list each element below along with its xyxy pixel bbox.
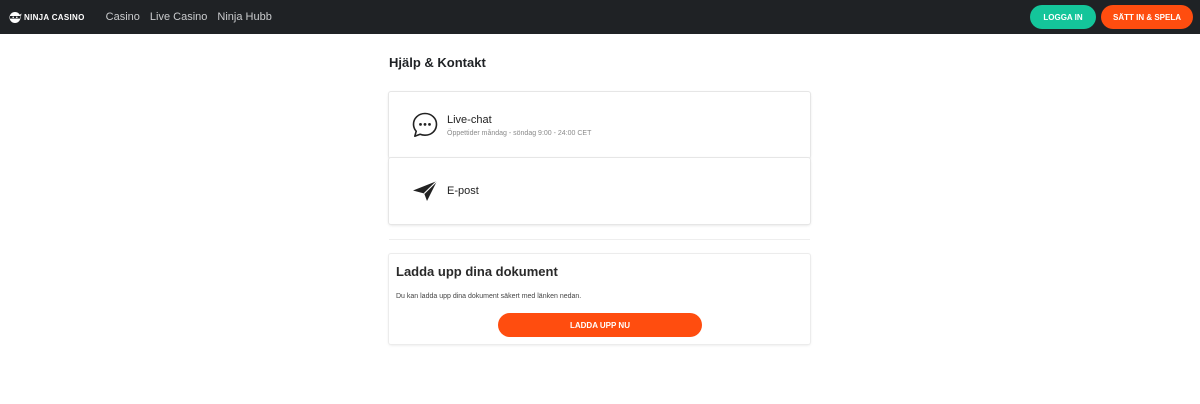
opening-hours-text: Öppettider måndag - söndag 9:00 - 24:00 … xyxy=(447,129,592,137)
nav-link-ninja-hubb[interactable]: Ninja Hubb xyxy=(217,11,271,23)
email-text: E-post xyxy=(447,185,479,197)
chat-bubble-icon xyxy=(412,112,438,137)
live-chat-title: Live-chat xyxy=(447,113,492,126)
deposit-and-play-button[interactable]: SÄTT IN & SPELA xyxy=(1101,5,1193,29)
upload-description: Du kan ladda upp dina dokument säkert me… xyxy=(396,293,582,300)
ninja-head-icon xyxy=(9,12,22,23)
login-button[interactable]: LOGGA IN xyxy=(1030,5,1096,29)
email-card[interactable]: E-post xyxy=(389,158,810,224)
live-chat-text: Live-chat Öppettider måndag - söndag 9:0… xyxy=(447,114,591,137)
email-title: E-post xyxy=(447,185,479,197)
logo-text: NINJA CASINO xyxy=(24,12,85,22)
top-navigation-bar: NINJA CASINO Casino Live Casino Ninja Hu… xyxy=(0,0,1200,34)
nav-link-casino[interactable]: Casino xyxy=(106,11,140,23)
paper-plane-icon xyxy=(413,180,438,201)
page-title: Hjälp & Kontakt xyxy=(389,55,486,70)
ninja-casino-logo[interactable]: NINJA CASINO xyxy=(8,10,85,24)
main-nav: Casino Live Casino Ninja Hubb xyxy=(106,11,282,23)
nav-link-live-casino[interactable]: Live Casino xyxy=(150,11,207,23)
upload-documents-card: Ladda upp dina dokument Du kan ladda upp… xyxy=(389,254,810,344)
upload-title: Ladda upp dina dokument xyxy=(396,264,558,279)
section-divider xyxy=(389,239,810,240)
live-chat-card[interactable]: Live-chat Öppettider måndag - söndag 9:0… xyxy=(389,92,810,158)
upload-now-button[interactable]: LADDA UPP NU xyxy=(498,313,702,337)
